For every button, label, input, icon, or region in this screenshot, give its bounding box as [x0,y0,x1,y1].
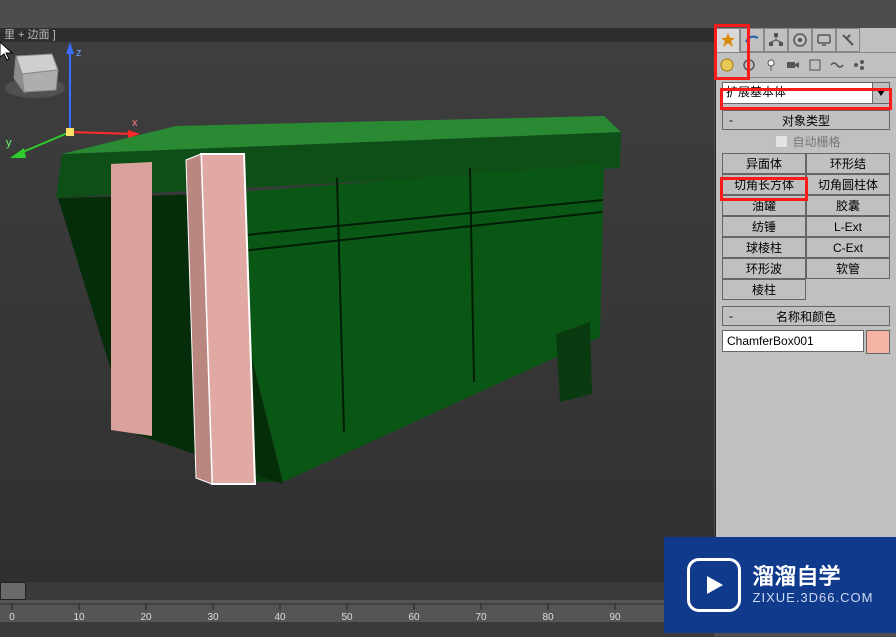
rollout-toggle: - [726,113,736,127]
btn-lext[interactable]: L-Ext [806,216,890,237]
cat-cameras[interactable] [782,53,804,77]
motion-icon [792,32,808,48]
panel-tab-row [716,28,896,53]
primitive-dropdown[interactable]: 扩展基本体 [722,82,873,104]
svg-text:60: 60 [408,612,420,622]
btn-spindle[interactable]: 纺锤 [722,216,806,237]
btn-capsule[interactable]: 胶囊 [806,195,890,216]
rollout-object-type[interactable]: - 对象类型 [722,110,890,130]
svg-text:50: 50 [341,612,353,622]
utilities-icon [840,32,856,48]
cat-geometry[interactable] [716,53,738,77]
svg-text:10: 10 [73,612,85,622]
viewcube[interactable] [0,42,70,102]
svg-text:40: 40 [274,612,286,622]
svg-text:80: 80 [542,612,554,622]
svg-text:z: z [76,47,82,59]
watermark-sub: ZIXUE.3D66.COM [753,590,874,606]
rollout-toggle-2: - [726,309,736,323]
svg-text:90: 90 [609,612,621,622]
tab-create[interactable] [716,28,740,52]
object-color-swatch[interactable] [866,330,890,354]
btn-cext[interactable]: C-Ext [806,237,890,258]
watermark-main: 溜溜自学 [753,564,874,590]
watermark-play-icon [687,558,741,612]
tab-modify[interactable] [740,28,764,52]
status-bar [0,622,714,637]
helpers-icon [807,57,823,73]
timeline-slider-handle[interactable] [0,582,26,600]
display-icon [816,32,832,48]
svg-text:30: 30 [207,612,219,622]
autogrid-checkbox[interactable] [775,135,788,148]
tab-display[interactable] [812,28,836,52]
ruler-ticks: 0102030405060708090100 [0,600,714,622]
cat-systems[interactable] [848,53,870,77]
create-category-row [716,53,896,78]
cat-lights[interactable] [760,53,782,77]
viewport-label: 里 + 边面 ] [0,28,718,42]
tab-motion[interactable] [788,28,812,52]
modify-icon [744,32,760,48]
svg-text:x: x [132,117,138,129]
shapes-icon [741,57,757,73]
btn-ringwave[interactable]: 环形波 [722,258,806,279]
timeline-ruler[interactable]: 0102030405060708090100 [0,600,714,622]
btn-prism[interactable]: 棱柱 [722,279,806,300]
command-panel: 扩展基本体 - 对象类型 自动栅格 异面体 环形结 切角长方体 切角圆柱体 油罐… [715,28,896,608]
chevron-down-icon [877,90,885,96]
systems-icon [851,57,867,73]
btn-gengon[interactable]: 球棱柱 [722,237,806,258]
svg-text:20: 20 [140,612,152,622]
rollout-name-color[interactable]: - 名称和颜色 [722,306,890,326]
btn-oiltank[interactable]: 油罐 [722,195,806,216]
create-icon [720,32,736,48]
autogrid-label: 自动栅格 [792,133,840,150]
cat-spacewarps[interactable] [826,53,848,77]
tab-utilities[interactable] [836,28,860,52]
autogrid-row: 自动栅格 [722,132,890,150]
spacewarps-icon [829,57,845,73]
lights-icon [763,57,779,73]
svg-text:0: 0 [9,612,15,622]
tab-hierarchy[interactable] [764,28,788,52]
cat-helpers[interactable] [804,53,826,77]
cameras-icon [785,57,801,73]
rollout-title-object-type: 对象类型 [723,112,889,129]
btn-torus-knot[interactable]: 环形结 [806,153,890,174]
btn-chamferbox[interactable]: 切角长方体 [722,174,806,195]
btn-hose[interactable]: 软管 [806,258,890,279]
object-name-input[interactable]: ChamferBox001 [722,330,864,352]
watermark: 溜溜自学 ZIXUE.3D66.COM [664,537,896,633]
rollout-title-name-color: 名称和颜色 [723,308,889,325]
sphere-icon [719,57,735,73]
primitive-button-grid: 异面体 环形结 切角长方体 切角圆柱体 油罐 胶囊 纺锤 L-Ext 球棱柱 C… [722,153,890,300]
btn-hedra[interactable]: 异面体 [722,153,806,174]
viewport-3d[interactable]: z x y [0,42,714,582]
dropdown-arrow[interactable] [873,82,890,104]
svg-text:y: y [6,137,12,149]
timeline-track[interactable]: ▶ [0,582,714,600]
hierarchy-icon [768,32,784,48]
cat-shapes[interactable] [738,53,760,77]
btn-chamfercyl[interactable]: 切角圆柱体 [806,174,890,195]
svg-text:70: 70 [475,612,487,622]
